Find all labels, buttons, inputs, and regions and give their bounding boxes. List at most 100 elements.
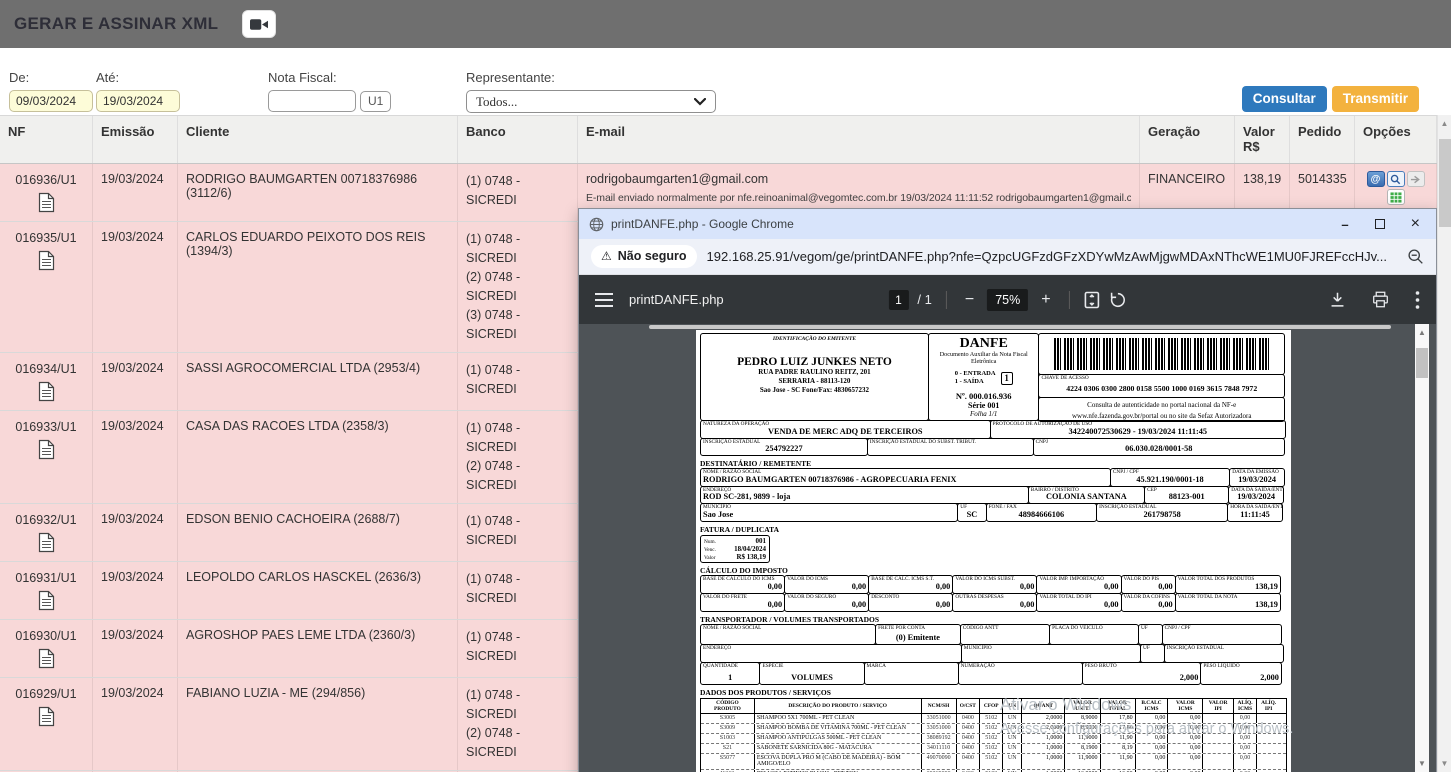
column-header: Pedido (1290, 116, 1355, 163)
danfe-field: INSCRIÇÃO ESTADUAL (1164, 644, 1284, 663)
column-header: Valor R$ (1235, 116, 1290, 163)
nf-cell: 016929/U1 (0, 678, 93, 770)
banco-cell: (1) 0748 - SICREDI (458, 620, 578, 677)
banco-cell: (1) 0748 - SICREDI(2) 0748 - SICREDI (458, 678, 578, 770)
danfe-field: UF (1140, 644, 1165, 663)
cliente-cell: AGROSHOP PAES LEME LTDA (2360/3) (178, 620, 458, 677)
page-number-input[interactable]: 1 (888, 290, 908, 310)
representante-select[interactable]: Todos... (466, 90, 716, 113)
danfe-field: CNPJ / CPF (1162, 624, 1282, 645)
danfe-field-row: ENDEREÇO MUNICÍPIO UF INSCRIÇÃO ESTADUAL (700, 644, 1287, 663)
transmitir-button[interactable]: Transmitir (1332, 86, 1419, 112)
zoom-in-icon[interactable]: + (1037, 291, 1054, 309)
video-button[interactable] (242, 10, 276, 38)
horizontal-scrollbar[interactable] (649, 325, 1391, 329)
banco-cell: (1) 0748 - SICREDI (458, 353, 578, 410)
scroll-up-icon[interactable]: ▲ (1438, 119, 1451, 128)
danfe-field: UF (1138, 624, 1163, 645)
download-icon[interactable] (1329, 291, 1346, 308)
pdf-scroll-up-icon[interactable]: ▲ (1415, 328, 1429, 337)
fit-page-icon[interactable] (1084, 291, 1100, 309)
danfe-field: VALOR IMP. IMPORTAÇÃO0,00 (1036, 575, 1121, 594)
zoom-level[interactable]: 75% (987, 289, 1028, 311)
danfe-field-row: INSCRIÇÃO ESTADUAL254792227 INSCRIÇÃO ES… (700, 438, 1287, 457)
document-icon (38, 192, 55, 213)
cliente-cell: LEOPOLDO CARLOS HASCKEL (2636/3) (178, 562, 458, 619)
danfe-field: FONE / FAX48984666106 (986, 503, 1098, 522)
danfe-field: MARCA (864, 662, 959, 685)
more-options-icon[interactable] (1415, 291, 1420, 309)
danfe-field: VALOR TOTAL DOS PRODUTOS138,19 (1175, 575, 1281, 594)
pdf-scroll-down-icon[interactable]: ▼ (1415, 759, 1429, 768)
filter-ate: Até: (96, 70, 180, 112)
danfe-field-row: BASE DE CALCULO DO ICMS0,00 VALOR DO ICM… (700, 575, 1287, 594)
danfe-field: INSCRIÇÃO ESTADUAL DO SUBST. TRIBUT. (867, 438, 1034, 457)
danfe-field: QUANTIDADE1 (700, 662, 760, 685)
danfe-field: NOME / RAZÃO SOCIALRODRIGO BAUMGARTEN 00… (700, 468, 1111, 487)
danfe-field: NATUREZA DA OPERAÇÃOVENDA DE MERC ADQ DE… (700, 420, 991, 439)
filter-bar: De: Até: Nota Fiscal: U1 Representante: … (0, 48, 1437, 115)
chrome-favicon-globe-icon (589, 217, 604, 232)
emitente-nome: PEDRO LUIZ JUNKES NETO (703, 356, 926, 368)
danfe-field: FRETE POR CONTA(0) Emitente (875, 624, 961, 645)
transportador-title: TRANSPORTADOR / VOLUMES TRANSPORTADOS (700, 615, 1287, 624)
danfe-field: ENDEREÇO (700, 644, 962, 663)
print-icon[interactable] (1372, 291, 1389, 308)
email-icon[interactable]: @ (1367, 171, 1385, 187)
emissao-cell: 19/03/2024 (93, 562, 178, 619)
security-chip[interactable]: ⚠ Não seguro (591, 245, 697, 268)
danfe-field: DATA DA SAÍDA/ENTRADA19/03/2024 (1228, 486, 1284, 505)
banco-cell: (1) 0748 - SICREDI (458, 562, 578, 619)
pdf-scrollbar-thumb[interactable] (1416, 348, 1428, 378)
scroll-down-icon[interactable]: ▼ (1438, 759, 1451, 768)
document-icon (38, 648, 55, 669)
column-header: NF (0, 116, 93, 163)
table-header-row: NFEmissãoClienteBancoE-mailGeraçãoValor … (0, 115, 1437, 164)
emissao-cell: 19/03/2024 (93, 678, 178, 770)
close-button[interactable]: × (1411, 216, 1420, 232)
window-titlebar[interactable]: printDANFE.php - Google Chrome – × (579, 209, 1436, 239)
consultar-button[interactable]: Consultar (1242, 86, 1327, 112)
transmit-icon[interactable] (1407, 171, 1425, 187)
nota-fiscal-input[interactable] (268, 90, 356, 112)
maximize-button[interactable] (1375, 219, 1385, 229)
danfe-field: MUNICÍPIOSao Jose (700, 503, 958, 522)
column-header: Banco (458, 116, 578, 163)
danfe-field: CNPJ / CPF45.921.190/0001-18 (1110, 468, 1230, 487)
url-text[interactable]: 192.168.25.91/vegom/ge/printDANFE.php?nf… (707, 249, 1407, 264)
danfe-field-row: NOME / RAZÃO SOCIAL FRETE POR CONTA(0) E… (700, 624, 1287, 645)
security-label: Não seguro (618, 249, 687, 263)
danfe-field: NOME / RAZÃO SOCIAL (700, 624, 876, 645)
danfe-field: UFSC (957, 503, 986, 522)
emissao-cell: 19/03/2024 (93, 411, 178, 503)
emissao-cell: 19/03/2024 (93, 504, 178, 561)
zoom-out-page-icon[interactable] (1407, 248, 1424, 265)
toolbar-divider (946, 291, 947, 309)
spreadsheet-icon[interactable] (1387, 189, 1405, 205)
danfe-field: VALOR DO ICMS SUBST.0,00 (952, 575, 1037, 594)
danfe-field-row: MUNICÍPIOSao Jose UFSC FONE / FAX4898466… (700, 503, 1287, 522)
danfe-field: ESPÉCIEVOLUMES (759, 662, 864, 685)
rotate-icon[interactable] (1109, 291, 1127, 309)
minimize-button[interactable]: – (1341, 218, 1348, 231)
danfe-field: VALOR DO PIS0,00 (1121, 575, 1176, 594)
document-icon (38, 706, 55, 727)
date-from-input[interactable] (9, 90, 93, 112)
danfe-field: MUNICÍPIO (961, 644, 1141, 663)
emitente-label: IDENTIFICAÇÃO DO EMITENTE (703, 336, 926, 342)
danfe-field: VALOR DO SEGURO0,00 (784, 593, 869, 612)
representante-selected-value: Todos... (476, 94, 517, 110)
nf-cell: 016935/U1 (0, 222, 93, 352)
cliente-cell: FABIANO LUZIA - ME (294/856) (178, 678, 458, 770)
column-header: E-mail (578, 116, 1140, 163)
pdf-viewport: IDENTIFICAÇÃO DO EMITENTE PEDRO LUIZ JUN… (579, 324, 1436, 772)
menu-icon[interactable] (595, 293, 613, 307)
de-label: De: (9, 70, 93, 85)
page-scrollbar[interactable]: ▲ ▼ (1437, 115, 1451, 772)
pdf-scrollbar[interactable]: ▲ ▼ (1415, 324, 1429, 772)
date-to-input[interactable] (96, 90, 180, 112)
search-icon[interactable] (1387, 171, 1405, 187)
danfe-field: VALOR DO ICMS0,00 (784, 575, 869, 594)
zoom-out-icon[interactable]: − (961, 291, 978, 309)
scrollbar-thumb[interactable] (1439, 139, 1451, 227)
